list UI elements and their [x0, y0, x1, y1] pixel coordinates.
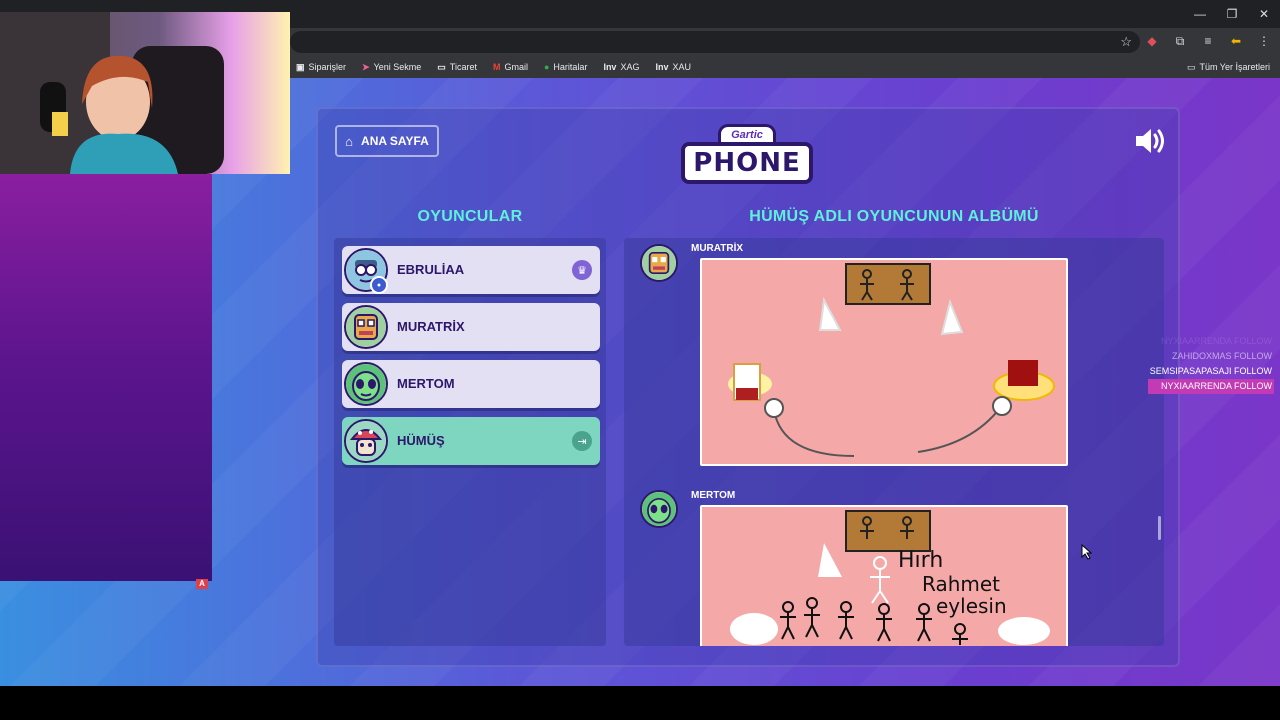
bookmark-label: Yeni Sekme: [373, 62, 422, 72]
bookmark-xau[interactable]: Inv XAU: [655, 62, 691, 72]
avatar: [344, 419, 388, 463]
investing-icon: Inv: [655, 62, 669, 72]
puzzle-icon[interactable]: ⧉: [1172, 33, 1188, 49]
player-row-mertom[interactable]: MERTOM: [342, 360, 600, 408]
speaker-icon[interactable]: [1133, 126, 1167, 156]
avatar: [640, 490, 678, 528]
browser-toolbar: ◆ ⧉ ≡ ⬅ ⋮: [1144, 33, 1272, 49]
player-name: HÜMÜŞ: [397, 433, 445, 448]
player-row-humus[interactable]: HÜMÜŞ ⇥: [342, 417, 600, 465]
all-bookmarks[interactable]: ▭ Tüm Yer İşaretleri: [1187, 56, 1270, 78]
owner-icon: ●: [370, 276, 388, 294]
restore-button[interactable]: ❐: [1216, 0, 1248, 28]
album-drawing: [700, 258, 1068, 466]
investing-icon: Inv: [603, 62, 617, 72]
avatar: [344, 362, 388, 406]
new-tab-icon: ➤: [362, 61, 370, 72]
exit-icon[interactable]: ⇥: [572, 431, 592, 451]
logo-main-text: PHONE: [681, 142, 813, 184]
avatar: [640, 244, 678, 282]
close-button[interactable]: ✕: [1248, 0, 1280, 28]
all-bookmarks-label: Tüm Yer İşaretleri: [1199, 62, 1270, 72]
folder-icon: ▭: [437, 61, 446, 72]
player-name: EBRULİAA: [397, 262, 465, 277]
gmail-icon: M: [492, 62, 501, 72]
bookmark-label: Ticaret: [449, 62, 477, 72]
album-heading: HÜMÜŞ ADLI OYUNCUNUN ALBÜMÜ: [749, 208, 1039, 225]
bookmark-list: ▣ Siparişler ➤ Yeni Sekme ▭ Ticaret M Gmail ● Har…: [296, 56, 691, 78]
bookmark-siparişler[interactable]: ▣ Siparişler: [296, 62, 346, 73]
bookmark-label: XAG: [620, 62, 640, 72]
home-button-label: ANA SAYFA: [361, 134, 429, 148]
follow-alert: ZAHIDOXMAS FOLLOW: [1171, 351, 1272, 361]
window-controls: — ❐ ✕: [1184, 0, 1280, 28]
home-button[interactable]: ⌂ ANA SAYFA: [335, 125, 439, 157]
players-panel: ● EBRULİAA ♛ MURATRİX MERTOM HÜMÜŞ ⇥: [334, 238, 606, 646]
entry-author: MERTOM: [691, 490, 736, 501]
kebab-menu-icon[interactable]: ⋮: [1256, 33, 1272, 49]
bookmark-xag[interactable]: Inv XAG: [603, 62, 639, 72]
player-name: MERTOM: [397, 376, 455, 391]
stream-side-panel: [0, 174, 212, 581]
extension-icon[interactable]: ◆: [1144, 33, 1160, 49]
bookmark-label: XAU: [672, 62, 691, 72]
back-arrow-icon[interactable]: ⬅: [1228, 33, 1244, 49]
media-icon[interactable]: ≡: [1200, 33, 1216, 49]
follow-alert: SEMSIPASAPASAJI FOLLOW: [1149, 366, 1272, 376]
drawing-text: eylesin: [936, 594, 1007, 618]
follow-alert: NYXIAARRENDA FOLLOW: [1160, 336, 1272, 346]
mouse-cursor-icon: [1081, 544, 1093, 560]
album-panel: MURATRİX MERTOM Hırh Rahmet eylesin: [624, 238, 1164, 646]
drawing-text: Hırh: [898, 548, 943, 573]
bookmark-label: Siparişler: [308, 62, 347, 72]
drawing-text: Rahmet: [922, 572, 1000, 596]
address-bar[interactable]: ☆: [290, 31, 1140, 53]
follow-alerts: NYXIAARRENDA FOLLOW ZAHIDOXMAS FOLLOW SEMS…: [1147, 334, 1274, 394]
star-icon[interactable]: ☆: [1120, 34, 1132, 50]
crown-icon: ♛: [572, 260, 592, 280]
bookmark-ticaret[interactable]: ▭ Ticaret: [437, 62, 477, 73]
stream-logo-icon: A: [196, 579, 208, 589]
player-row-ebruliaa[interactable]: ● EBRULİAA ♛: [342, 246, 600, 294]
players-heading: OYUNCULAR: [417, 208, 523, 225]
home-icon: ⌂: [345, 133, 354, 149]
maps-icon: ●: [543, 62, 550, 72]
bookmark-haritalar[interactable]: ● Haritalar: [544, 62, 587, 72]
bookmark-gmail[interactable]: M Gmail: [493, 62, 528, 72]
player-name: MURATRİX: [397, 319, 465, 334]
orders-icon: ▣: [296, 61, 305, 72]
bookmark-yeni-sekme[interactable]: ➤ Yeni Sekme: [362, 62, 421, 73]
follow-alert: NYXIAARRENDA FOLLOW: [1147, 379, 1274, 394]
avatar: [344, 305, 388, 349]
webcam-overlay: [0, 12, 290, 174]
entry-author: MURATRİX: [691, 243, 744, 254]
bookmark-label: Gmail: [504, 62, 528, 72]
bookmark-label: Haritalar: [553, 62, 588, 72]
player-row-muratrix[interactable]: MURATRİX: [342, 303, 600, 351]
album-scrollbar[interactable]: [1158, 516, 1161, 540]
album-drawing: Hırh Rahmet eylesin: [700, 505, 1068, 646]
gartic-phone-logo: Gartic PHONE: [681, 124, 813, 196]
minimize-button[interactable]: —: [1184, 0, 1216, 28]
folder-icon: ▭: [1186, 61, 1196, 72]
